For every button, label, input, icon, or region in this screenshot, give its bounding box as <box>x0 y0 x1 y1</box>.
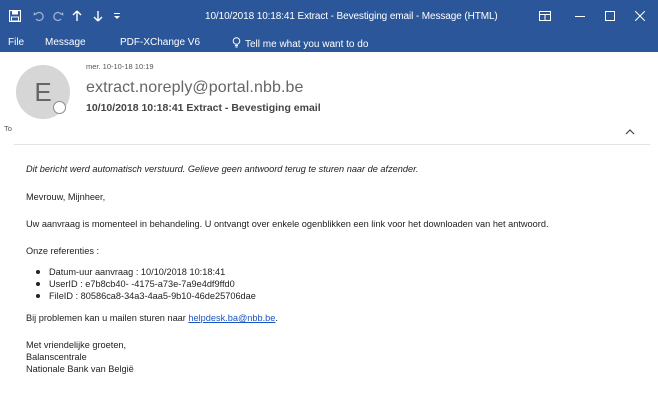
signature-line-1: Met vriendelijke groeten, <box>26 340 127 350</box>
undo-icon[interactable] <box>32 9 46 23</box>
presence-icon <box>53 101 66 114</box>
message-header: E mer. 10-10-18 10:19 extract.noreply@po… <box>0 52 658 140</box>
down-arrow-icon[interactable] <box>91 9 105 23</box>
menu-bar: File Message PDF-XChange V6 Tell me what… <box>0 34 658 52</box>
helpdesk-email-link[interactable]: helpdesk.ba@nbb.be <box>188 313 275 323</box>
signature-line-2: Balanscentrale <box>26 352 87 362</box>
save-icon[interactable] <box>8 9 22 23</box>
tab-message[interactable]: Message <box>45 37 86 48</box>
message-subject: 10/10/2018 10:18:41 Extract - Bevestigin… <box>86 102 321 114</box>
minimize-icon[interactable] <box>566 6 594 26</box>
list-item: UserID : e7b8cb40- -4175-a73e-7a9e4df9ff… <box>26 278 646 290</box>
ribbon-display-icon[interactable] <box>531 6 559 26</box>
refs-title: Onze referenties : <box>26 246 100 256</box>
header-divider <box>14 144 650 145</box>
status-text: Uw aanvraag is momenteel in behandeling.… <box>26 219 549 229</box>
collapse-chevron-icon[interactable] <box>623 124 637 138</box>
list-item: FileID : 80586ca8-34a3-4aa5-9b10-46de257… <box>26 290 646 302</box>
close-icon[interactable] <box>626 6 654 26</box>
greeting: Mevrouw, Mijnheer, <box>26 192 106 202</box>
up-arrow-icon[interactable] <box>70 9 84 23</box>
tell-me-box[interactable]: Tell me what you want to do <box>232 37 368 51</box>
tell-me-text: Tell me what you want to do <box>245 38 369 50</box>
maximize-icon[interactable] <box>596 6 624 26</box>
avatar-initial: E <box>34 76 52 107</box>
helpdesk-text: Bij problemen kan u mailen sturen naar <box>26 313 189 323</box>
signature-line-3: Nationale Bank van België <box>26 364 134 374</box>
message-body: Dit bericht werd automatisch verstuurd. … <box>26 164 646 375</box>
window-title: 10/10/2018 10:18:41 Extract - Bevestigin… <box>205 11 498 22</box>
sender-address[interactable]: extract.noreply@portal.nbb.be <box>86 79 304 97</box>
title-bar: 10/10/2018 10:18:41 Extract - Bevestigin… <box>0 0 658 34</box>
customize-icon[interactable] <box>111 9 123 23</box>
sent-date: mer. 10-10-18 10:19 <box>86 62 154 71</box>
lightbulb-icon <box>232 37 241 51</box>
to-label: To <box>4 124 12 133</box>
redo-icon[interactable] <box>51 9 65 23</box>
helpdesk-period: . <box>275 313 278 323</box>
references-list: Datum-uur aanvraag : 10/10/2018 10:18:41… <box>26 266 646 302</box>
tab-file[interactable]: File <box>8 37 24 48</box>
helpdesk-line: Bij problemen kan u mailen sturen naar h… <box>26 313 646 323</box>
auto-notice: Dit bericht werd automatisch verstuurd. … <box>26 164 419 174</box>
tab-pdf-xchange[interactable]: PDF-XChange V6 <box>120 37 200 48</box>
list-item: Datum-uur aanvraag : 10/10/2018 10:18:41 <box>26 266 646 278</box>
